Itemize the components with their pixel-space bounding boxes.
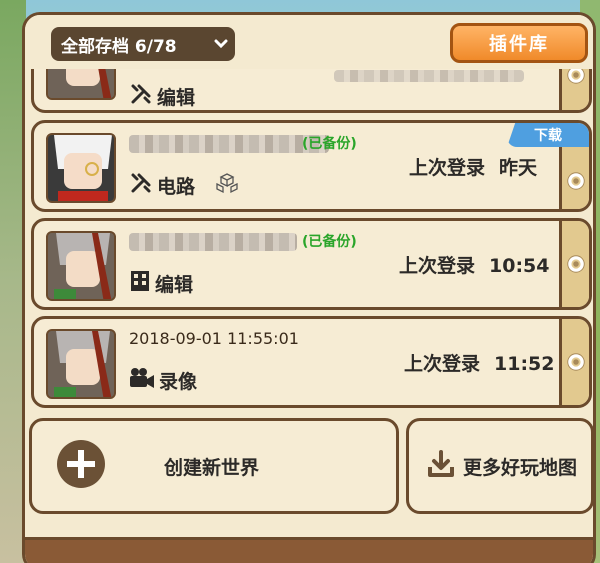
download-badge: 下载 [507, 123, 589, 147]
avatar [46, 329, 116, 399]
settings-gear-button[interactable] [559, 147, 589, 209]
avatar [46, 133, 116, 203]
gear-icon [566, 255, 585, 273]
mode-label: 录像 [159, 371, 198, 393]
plugin-library-button[interactable]: 插件库 [450, 23, 588, 63]
wrench-icon [129, 171, 153, 200]
mode-row: 录像 [129, 367, 197, 394]
blurred-save-title [129, 233, 297, 251]
cubes-icon [215, 172, 239, 199]
last-login: 上次登录 10:54 [399, 251, 550, 278]
save-list-panel: 编辑 (已备份) 电路 上次登录 昨天 下载 (已备份) 编辑 上次登录 10:… [22, 12, 596, 563]
mode-row: 编辑 [129, 269, 193, 298]
save-card-4[interactable]: 2018-09-01 11:55:01 录像 上次登录 11:52 [31, 316, 592, 408]
last-login-label: 上次登录 [409, 157, 486, 179]
last-login-time: 11:52 [494, 353, 555, 375]
panel-bottom-bar [25, 537, 593, 563]
settings-gear-button[interactable] [559, 319, 589, 405]
gear-icon [566, 353, 585, 371]
more-maps-label: 更多好玩地图 [463, 456, 578, 479]
save-title: 2018-09-01 11:55:01 [129, 329, 299, 348]
last-login: 上次登录 昨天 [409, 153, 537, 180]
last-login: 上次登录 11:52 [404, 349, 555, 376]
backup-status: (已备份) [302, 136, 357, 152]
gear-icon [566, 172, 585, 190]
video-camera-icon [129, 367, 155, 394]
settings-gear-button[interactable] [559, 221, 589, 307]
avatar [46, 231, 116, 301]
mode-label: 编辑 [157, 87, 196, 109]
mode-row: 编辑 [129, 82, 196, 110]
download-icon [427, 450, 455, 482]
last-login-label: 上次登录 [399, 255, 476, 277]
backup-status: (已备份) [302, 234, 357, 250]
save-filter-dropdown[interactable]: 全部存档 6/78 [51, 27, 235, 61]
mode-label: 编辑 [155, 274, 194, 296]
blurred-login-text [334, 70, 524, 82]
save-filter-label: 全部存档 6/78 [61, 36, 177, 57]
save-card-3[interactable]: (已备份) 编辑 上次登录 10:54 [31, 218, 592, 310]
save-card-2[interactable]: (已备份) 电路 上次登录 昨天 下载 [31, 120, 592, 212]
create-world-label: 创建新世界 [164, 456, 260, 479]
more-maps-button[interactable]: 更多好玩地图 [406, 418, 593, 514]
plus-icon [56, 439, 106, 493]
building-icon [129, 269, 151, 298]
blurred-save-title [129, 135, 329, 153]
last-login-time: 昨天 [499, 157, 538, 179]
panel-header: 全部存档 6/78 插件库 [25, 15, 593, 69]
create-world-button[interactable]: 创建新世界 [29, 418, 399, 514]
mode-label: 电路 [157, 176, 196, 198]
mode-row: 电路 [129, 171, 239, 200]
chevron-down-icon [207, 39, 235, 49]
wrench-icon [129, 82, 153, 110]
last-login-label: 上次登录 [404, 353, 481, 375]
last-login-time: 10:54 [489, 255, 550, 277]
